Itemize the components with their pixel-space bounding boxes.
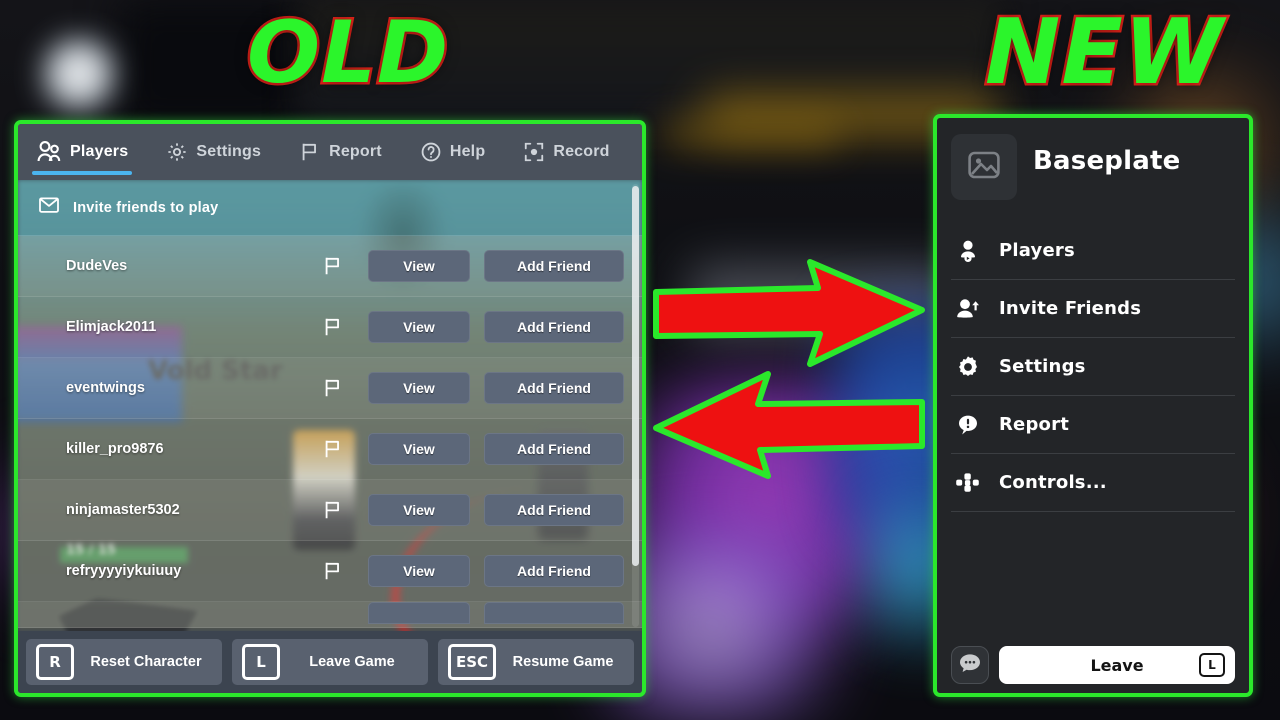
player-name: killer_pro9876 xyxy=(66,441,164,457)
tab-settings[interactable]: Settings xyxy=(162,124,265,180)
old-menu-footer: R Reset Character L Leave Game ESC Resum… xyxy=(18,631,642,693)
person-add-icon xyxy=(955,297,981,321)
view-button[interactable]: View xyxy=(368,372,470,404)
menu-item-players-label: Players xyxy=(999,240,1075,261)
white-glow-blob xyxy=(33,28,125,124)
player-list-scrollbar-thumb[interactable] xyxy=(632,186,639,566)
player-name: eventwings xyxy=(66,380,145,396)
keycap-esc: ESC xyxy=(448,644,497,680)
gear-icon xyxy=(166,141,188,163)
arrow-old-to-new xyxy=(653,259,925,367)
add-friend-button[interactable]: Add Friend xyxy=(484,311,624,343)
leave-game-button[interactable]: L Leave Game xyxy=(232,639,428,685)
add-friend-button[interactable]: Add Friend xyxy=(484,433,624,465)
chat-bubble-icon xyxy=(959,653,981,678)
menu-item-report[interactable]: Report xyxy=(951,396,1235,454)
menu-item-report-label: Report xyxy=(999,414,1070,435)
report-player-button[interactable] xyxy=(316,493,350,527)
chat-button[interactable] xyxy=(951,646,989,684)
table-row: Elimjack2011 View Add Friend xyxy=(18,297,642,358)
menu-item-settings[interactable]: Settings xyxy=(951,338,1235,396)
tab-report-label: Report xyxy=(329,143,382,160)
game-thumbnail xyxy=(951,134,1017,200)
new-heading: NEW xyxy=(982,0,1225,105)
arrow-new-to-old xyxy=(653,371,925,479)
table-row-partial xyxy=(18,602,642,628)
player-name: refryyyyiykuiuuy xyxy=(66,563,182,579)
record-frame-icon xyxy=(523,141,545,163)
menu-item-settings-label: Settings xyxy=(999,356,1086,377)
tab-help-label: Help xyxy=(449,143,486,160)
old-escape-menu: Players Settings Report Help Record Vold… xyxy=(14,120,646,697)
resume-game-button[interactable]: ESC Resume Game xyxy=(438,639,634,685)
envelope-icon xyxy=(38,196,60,219)
leave-keycap: L xyxy=(1199,653,1225,677)
flag-icon xyxy=(299,141,321,163)
tab-players[interactable]: Players xyxy=(32,124,133,180)
tab-report[interactable]: Report xyxy=(295,124,386,180)
new-menu-items: Players Invite Friends Settings Report C… xyxy=(937,222,1249,512)
resume-game-label: Resume Game xyxy=(512,654,614,670)
view-button[interactable]: View xyxy=(368,494,470,526)
gear-icon xyxy=(955,355,981,379)
player-name: Elimjack2011 xyxy=(66,319,157,335)
question-circle-icon xyxy=(420,141,442,163)
report-alert-icon xyxy=(955,413,981,437)
tab-players-label: Players xyxy=(70,143,129,160)
report-player-button[interactable] xyxy=(316,432,350,466)
keycap-r: R xyxy=(36,644,74,680)
add-friend-button[interactable]: Add Friend xyxy=(484,250,624,282)
menu-item-invite-friends[interactable]: Invite Friends xyxy=(951,280,1235,338)
screenshot-root: OLD NEW Players Settings Report Help Rec… xyxy=(0,0,1280,720)
report-player-button[interactable] xyxy=(316,310,350,344)
view-button[interactable]: View xyxy=(368,250,470,282)
player-name: ninjamaster5302 xyxy=(66,502,180,518)
tab-record[interactable]: Record xyxy=(519,124,613,180)
tab-settings-label: Settings xyxy=(196,143,262,160)
menu-item-controls[interactable]: Controls... xyxy=(951,454,1235,512)
table-row: DudeVes View Add Friend xyxy=(18,236,642,297)
view-button[interactable]: View xyxy=(368,311,470,343)
view-button[interactable]: View xyxy=(368,433,470,465)
table-row: ninjamaster5302 View Add Friend xyxy=(18,480,642,541)
add-friend-button[interactable]: Add Friend xyxy=(484,555,624,587)
new-menu-footer: Leave L xyxy=(937,637,1249,693)
new-menu-header: Baseplate xyxy=(937,118,1249,200)
report-player-button[interactable] xyxy=(316,371,350,405)
tab-help[interactable]: Help xyxy=(416,124,489,180)
leave-button[interactable]: Leave L xyxy=(999,646,1235,684)
add-friend-button[interactable]: Add Friend xyxy=(484,494,624,526)
menu-item-players[interactable]: Players xyxy=(951,222,1235,280)
player-icon xyxy=(955,239,981,263)
leave-game-label: Leave Game xyxy=(309,654,395,670)
menu-item-invite-friends-label: Invite Friends xyxy=(999,298,1142,319)
report-player-button[interactable] xyxy=(316,554,350,588)
invite-friends-row[interactable]: Invite friends to play xyxy=(18,180,642,236)
page-title: Baseplate xyxy=(1033,146,1181,176)
image-placeholder-icon xyxy=(967,150,1001,185)
add-friend-button[interactable]: Add Friend xyxy=(484,372,624,404)
report-player-button[interactable] xyxy=(316,249,350,283)
reset-character-label: Reset Character xyxy=(90,654,202,670)
players-icon xyxy=(36,140,62,164)
player-name: DudeVes xyxy=(66,258,128,274)
dpad-icon xyxy=(955,471,981,495)
menu-item-controls-label: Controls... xyxy=(999,472,1107,493)
old-heading: OLD xyxy=(244,3,450,103)
table-row: refryyyyiykuiuuy View Add Friend xyxy=(18,541,642,602)
leave-button-label: Leave xyxy=(1090,655,1144,675)
tab-record-label: Record xyxy=(553,143,610,160)
table-row: killer_pro9876 View Add Friend xyxy=(18,419,642,480)
table-row: eventwings View Add Friend xyxy=(18,358,642,419)
old-menu-tabbar: Players Settings Report Help Record xyxy=(18,124,642,180)
new-escape-menu: Baseplate Players Invite Friends Setting… xyxy=(933,114,1253,697)
old-menu-player-list: Vold Star 15 / 15 Invite friends to play… xyxy=(18,180,642,631)
keycap-l: L xyxy=(242,644,280,680)
invite-friends-label: Invite friends to play xyxy=(73,199,219,216)
reset-character-button[interactable]: R Reset Character xyxy=(26,639,222,685)
view-button[interactable]: View xyxy=(368,555,470,587)
